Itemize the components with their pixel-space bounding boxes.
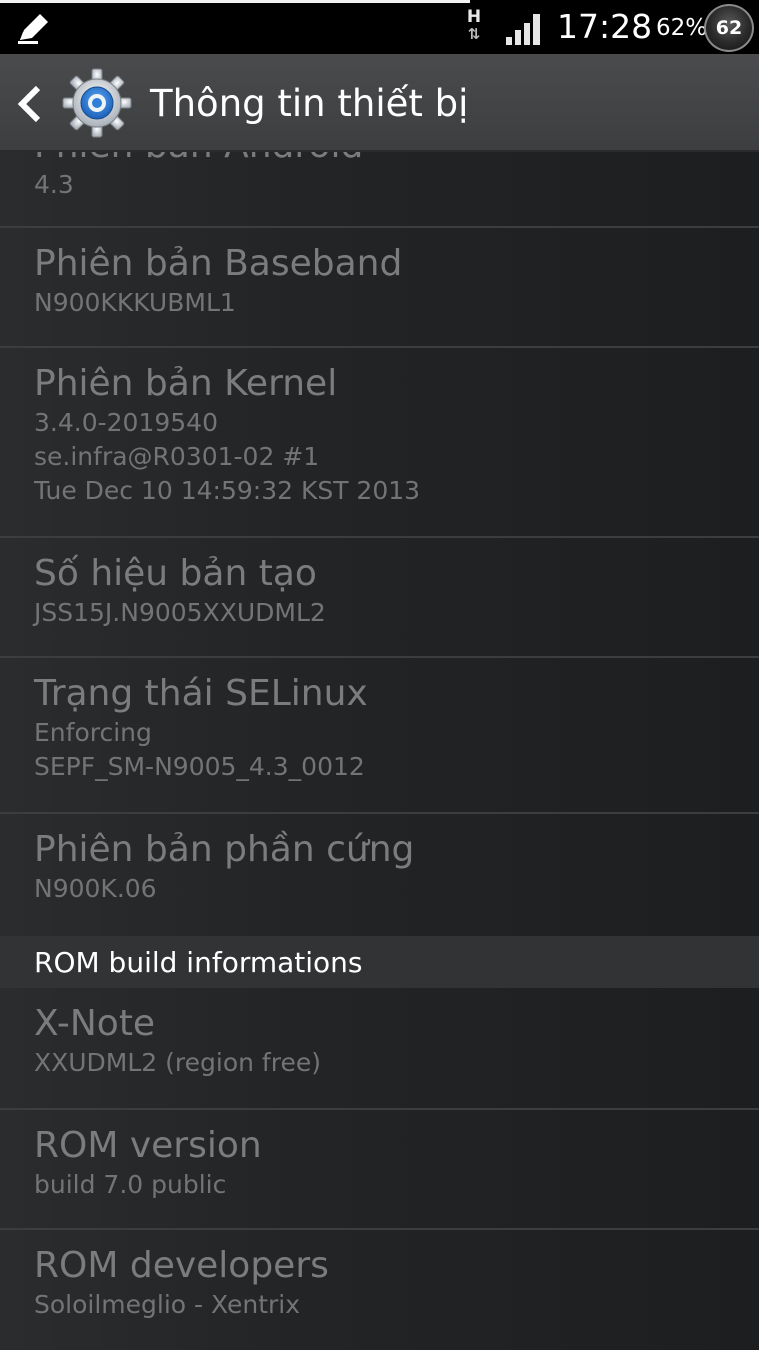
network-type-indicator: H ⇅ xyxy=(462,8,486,48)
action-bar: Thông tin thiết bị xyxy=(0,54,759,152)
item-value: 3.4.0-2019540 se.infra@R0301-02 #1 Tue D… xyxy=(34,408,421,505)
item-title: Trạng thái SELinux xyxy=(34,673,368,714)
status-progress-line xyxy=(0,0,470,3)
pencil-icon xyxy=(18,14,48,44)
list-item-rom-version[interactable]: ROM version build 7.0 public xyxy=(0,1110,759,1230)
list-item-xnote[interactable]: X-Note XXUDML2 (region free) xyxy=(0,988,759,1110)
item-value: N900K.06 xyxy=(34,874,157,903)
list-item-selinux-status[interactable]: Trạng thái SELinux Enforcing SEPF_SM-N90… xyxy=(0,658,759,814)
list-item-build-number[interactable]: Số hiệu bản tạo JSS15J.N9005XXUDML2 xyxy=(0,538,759,658)
status-bar: H ⇅ 17:28 62% 62 xyxy=(0,0,759,54)
data-activity-arrows-icon: ⇅ xyxy=(467,25,481,43)
item-title: Phiên bản Baseband xyxy=(34,243,403,284)
list-item-hardware-version[interactable]: Phiên bản phần cứng N900K.06 xyxy=(0,814,759,936)
item-value: Enforcing SEPF_SM-N9005_4.3_0012 xyxy=(34,718,365,781)
signal-icon xyxy=(506,14,540,45)
item-value: Soloilmeglio - Xentrix xyxy=(34,1290,301,1319)
status-clock: 17:28 xyxy=(557,7,653,46)
item-title: ROM developers xyxy=(34,1245,329,1286)
network-type-label: H xyxy=(466,7,482,27)
item-title: Phiên bản Kernel xyxy=(34,363,338,404)
item-title: X-Note xyxy=(34,1003,156,1044)
item-title: Số hiệu bản tạo xyxy=(34,553,317,594)
item-value: build 7.0 public xyxy=(34,1170,227,1199)
list-item-kernel-version[interactable]: Phiên bản Kernel 3.4.0-2019540 se.infra@… xyxy=(0,348,759,538)
item-value: JSS15J.N9005XXUDML2 xyxy=(34,598,326,627)
battery-level-icon: 62 xyxy=(704,4,754,52)
back-icon[interactable] xyxy=(16,84,44,124)
list-item-android-version[interactable]: Phiên bản Android 4.3 xyxy=(0,152,759,228)
list-item-baseband-version[interactable]: Phiên bản Baseband N900KKKUBML1 xyxy=(0,228,759,348)
page-title: Thông tin thiết bị xyxy=(150,82,469,125)
section-title: ROM build informations xyxy=(34,946,363,979)
item-title: Phiên bản phần cứng xyxy=(34,829,415,870)
item-value: N900KKKUBML1 xyxy=(34,288,236,317)
battery-level-value: 62 xyxy=(715,17,743,39)
item-value: XXUDML2 (region free) xyxy=(34,1048,321,1077)
list-item-rom-developers[interactable]: ROM developers Soloilmeglio - Xentrix xyxy=(0,1230,759,1350)
device-info-list[interactable]: Phiên bản Android 4.3 Phiên bản Baseband… xyxy=(0,152,759,1350)
device-info-list-content: Phiên bản Android 4.3 Phiên bản Baseband… xyxy=(0,152,759,1350)
settings-gear-icon[interactable] xyxy=(62,68,132,138)
battery-percent: 62% xyxy=(656,15,708,41)
item-value: 4.3 xyxy=(34,170,74,199)
item-title: ROM version xyxy=(34,1125,262,1166)
section-header-rom-build: ROM build informations xyxy=(0,936,759,988)
item-title: Phiên bản Android xyxy=(34,152,725,168)
